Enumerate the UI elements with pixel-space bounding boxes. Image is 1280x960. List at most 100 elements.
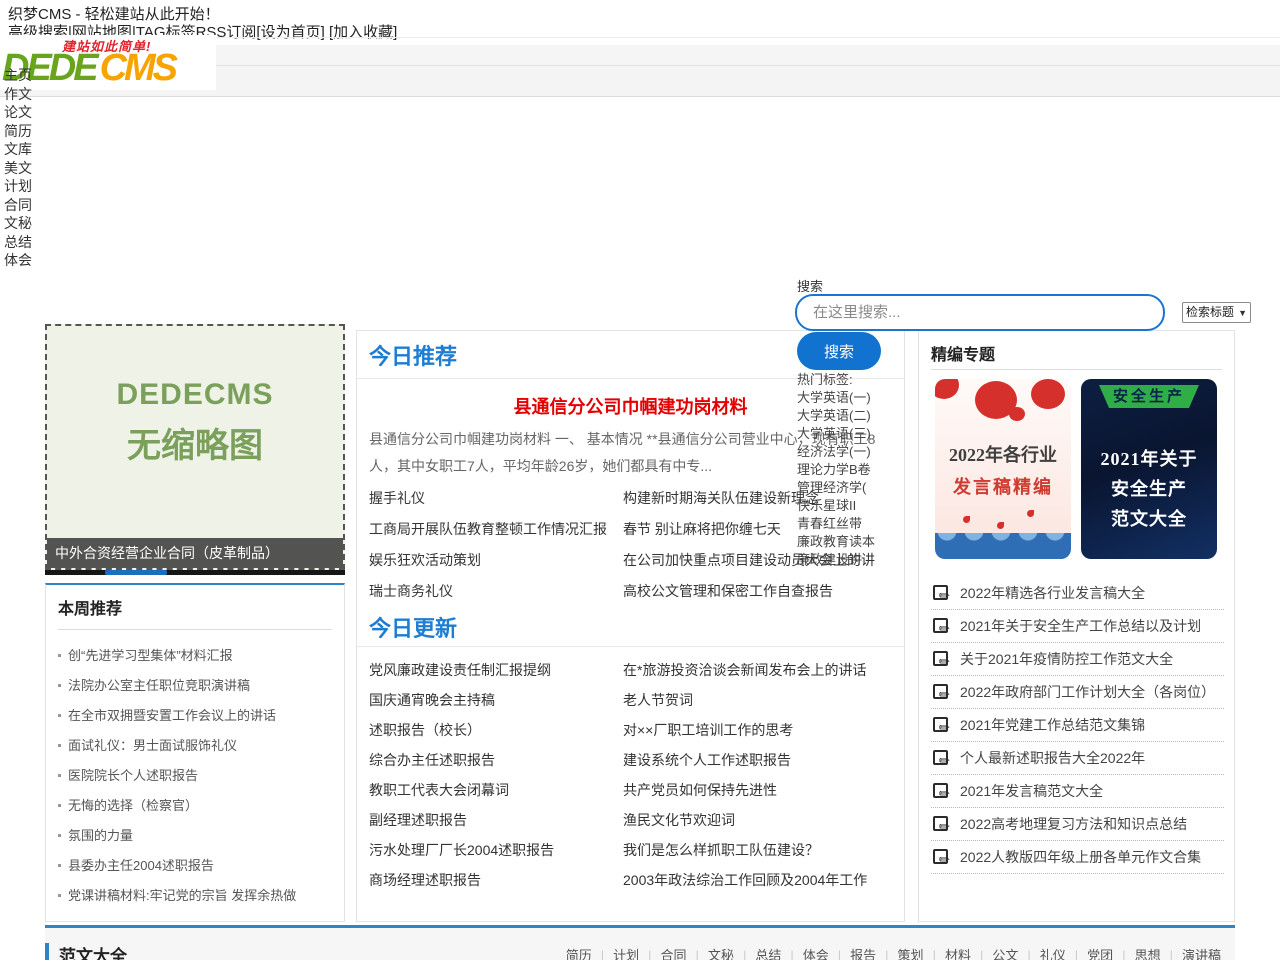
topic-item[interactable]: 2021年党建工作总结范文集锦	[931, 709, 1224, 742]
logo-cms-text: CMS	[100, 47, 175, 89]
footer-link[interactable]: 党团	[1087, 948, 1134, 960]
week-item[interactable]: 氛围的力量	[58, 821, 334, 851]
divider	[357, 646, 904, 647]
footer-link[interactable]: 演讲稿	[1182, 948, 1221, 960]
dedecms-logo[interactable]: 建站如此简单! DEDECMS	[0, 35, 216, 90]
nav-item-hetong[interactable]: 合同	[4, 196, 32, 215]
lantern-icon	[935, 379, 959, 399]
hot-tag[interactable]: 廉政建设讲	[797, 551, 875, 569]
article-link[interactable]: 污水处理厂厂长2004述职报告	[369, 835, 623, 865]
week-item[interactable]: 面试礼仪：男士面试服饰礼仪	[58, 731, 334, 761]
topbar-link-set-home[interactable]: [设为首页]	[256, 24, 324, 41]
article-link[interactable]: 建设系统个人工作述职报告	[623, 745, 893, 775]
nav-item-jianli[interactable]: 简历	[4, 122, 32, 141]
edit-icon	[933, 750, 948, 765]
card-title-line: 2022年各行业	[935, 441, 1071, 467]
article-link[interactable]: 娱乐狂欢活动策划	[369, 545, 623, 576]
topic-item[interactable]: 2021年发言稿范文大全	[931, 775, 1224, 808]
nav-item-wenku[interactable]: 文库	[4, 140, 32, 159]
article-link[interactable]: 对××厂职工培训工作的思考	[623, 715, 893, 745]
nav-item-home[interactable]: 主页	[4, 66, 32, 85]
hot-tag[interactable]: 大学英语(二)	[797, 407, 875, 425]
hot-tag[interactable]: 大学英语(三)	[797, 425, 875, 443]
topic-item[interactable]: 2021年关于安全生产工作总结以及计划	[931, 610, 1224, 643]
search-scope-select[interactable]: 检索标题 ▼	[1182, 302, 1251, 323]
chevron-down-icon: ▼	[1238, 304, 1247, 323]
hot-tag[interactable]: 大学英语(一)	[797, 389, 875, 407]
topic-item[interactable]: 2022年政府部门工作计划大全（各岗位）	[931, 676, 1224, 709]
slide-caption[interactable]: 中外合资经营企业合同（皮革制品）	[47, 538, 343, 568]
footer-link[interactable]: 计划	[613, 948, 660, 960]
hot-tag[interactable]: 快乐星球II	[797, 497, 875, 515]
search-button[interactable]: 搜索	[797, 332, 881, 370]
topic-item[interactable]: 2022高考地理复习方法和知识点总结	[931, 808, 1224, 841]
nav-item-lunwen[interactable]: 论文	[4, 103, 32, 122]
article-link[interactable]: 2003年政法综治工作回顾及2004年工作	[623, 865, 893, 895]
footer-link[interactable]: 总结	[755, 948, 802, 960]
search-input[interactable]	[795, 294, 1165, 331]
footer-link[interactable]: 报告	[850, 948, 897, 960]
week-recommend-panel: 本周推荐 创“先进学习型集体”材料汇报 法院办公室主任职位竞职演讲稿 在全市双拥…	[45, 583, 345, 922]
topic-card-2022-speeches[interactable]: 2022年各行业 发言稿精编	[935, 379, 1071, 559]
hot-tag[interactable]: 经济法学(一)	[797, 443, 875, 461]
hot-tag[interactable]: 青春红丝带	[797, 515, 875, 533]
topic-card-2021-safety[interactable]: 安全生产 2021年关于 安全生产 范文大全	[1081, 379, 1217, 559]
footer-category-bar: 范文大全 简历计划合同文秘总结体会报告策划材料公文礼仪党团思想演讲稿	[45, 925, 1235, 960]
hot-tag[interactable]: 管理经济学(	[797, 479, 875, 497]
article-link[interactable]: 工商局开展队伍教育整顿工作情况汇报	[369, 514, 623, 545]
footer-link[interactable]: 礼仪	[1040, 948, 1087, 960]
week-item[interactable]: 县委办主任2004述职报告	[58, 851, 334, 881]
article-link[interactable]: 国庆通宵晚会主持稿	[369, 685, 623, 715]
hot-tag[interactable]: 理论力学B卷	[797, 461, 875, 479]
topic-item[interactable]: 关于2021年疫情防控工作范文大全	[931, 643, 1224, 676]
article-link[interactable]: 述职报告（校长）	[369, 715, 623, 745]
article-link[interactable]: 瑞士商务礼仪	[369, 576, 623, 607]
hot-tag[interactable]: 廉政教育读本	[797, 533, 875, 551]
article-link[interactable]: 高校公文管理和保密工作自查报告	[623, 576, 893, 607]
nav-item-wenmi[interactable]: 文秘	[4, 214, 32, 233]
placeholder-nothumb-text: 无缩略图	[47, 418, 343, 467]
footer-link[interactable]: 材料	[945, 948, 992, 960]
article-link[interactable]: 渔民文化节欢迎词	[623, 805, 893, 835]
nav-item-tihui[interactable]: 体会	[4, 251, 32, 270]
week-item[interactable]: 创“先进学习型集体”材料汇报	[58, 641, 334, 671]
week-item[interactable]: 在全市双拥暨安置工作会议上的讲话	[58, 701, 334, 731]
edit-icon	[933, 717, 948, 732]
wave-pattern	[935, 533, 1071, 559]
topic-item[interactable]: 2022年精选各行业发言稿大全	[931, 577, 1224, 610]
article-link[interactable]: 握手礼仪	[369, 483, 623, 514]
footer-link[interactable]: 思想	[1135, 948, 1182, 960]
week-item[interactable]: 党课讲稿材料:牢记党的宗旨 发挥余热做	[58, 881, 334, 911]
article-link[interactable]: 我们是怎么样抓职工队伍建设？	[623, 835, 893, 865]
article-link[interactable]: 副经理述职报告	[369, 805, 623, 835]
divider	[931, 369, 1222, 370]
article-link[interactable]: 老人节贺词	[623, 685, 893, 715]
placeholder-brand-text: DEDECMS	[47, 378, 343, 412]
article-link[interactable]: 综合办主任述职报告	[369, 745, 623, 775]
week-item[interactable]: 无悔的选择（检察官）	[58, 791, 334, 821]
nav-item-jihua[interactable]: 计划	[4, 177, 32, 196]
article-link[interactable]: 商场经理述职报告	[369, 865, 623, 895]
week-item[interactable]: 医院院长个人述职报告	[58, 761, 334, 791]
footer-link[interactable]: 文秘	[708, 948, 755, 960]
article-link[interactable]: 在*旅游投资洽谈会新闻发布会上的讲话	[623, 655, 893, 685]
footer-link[interactable]: 简历	[566, 948, 613, 960]
topic-item[interactable]: 2022人教版四年级上册各单元作文合集	[931, 841, 1224, 874]
article-link[interactable]: 教职工代表大会闭幕词	[369, 775, 623, 805]
article-link[interactable]: 党风廉政建设责任制汇报提纲	[369, 655, 623, 685]
topic-item[interactable]: 个人最新述职报告大全2022年	[931, 742, 1224, 775]
footer-link[interactable]: 合同	[661, 948, 708, 960]
featured-slide[interactable]: DEDECMS 无缩略图 中外合资经营企业合同（皮革制品）	[45, 324, 345, 570]
no-thumbnail-placeholder: DEDECMS 无缩略图	[47, 378, 343, 467]
topic-item-label: 2022年政府部门工作计划大全（各岗位）	[960, 684, 1215, 700]
footer-link[interactable]: 公文	[992, 948, 1039, 960]
footer-link[interactable]: 策划	[898, 948, 945, 960]
topbar-link-favorite[interactable]: [加入收藏]	[329, 24, 397, 41]
nav-item-zuowen[interactable]: 作文	[4, 85, 32, 104]
nav-item-zongjie[interactable]: 总结	[4, 233, 32, 252]
article-link[interactable]: 共产党员如何保持先进性	[623, 775, 893, 805]
footer-link[interactable]: 体会	[803, 948, 850, 960]
nav-item-meiwen[interactable]: 美文	[4, 159, 32, 178]
week-item[interactable]: 法院办公室主任职位竞职演讲稿	[58, 671, 334, 701]
search-scope-value: 检索标题	[1186, 305, 1234, 319]
